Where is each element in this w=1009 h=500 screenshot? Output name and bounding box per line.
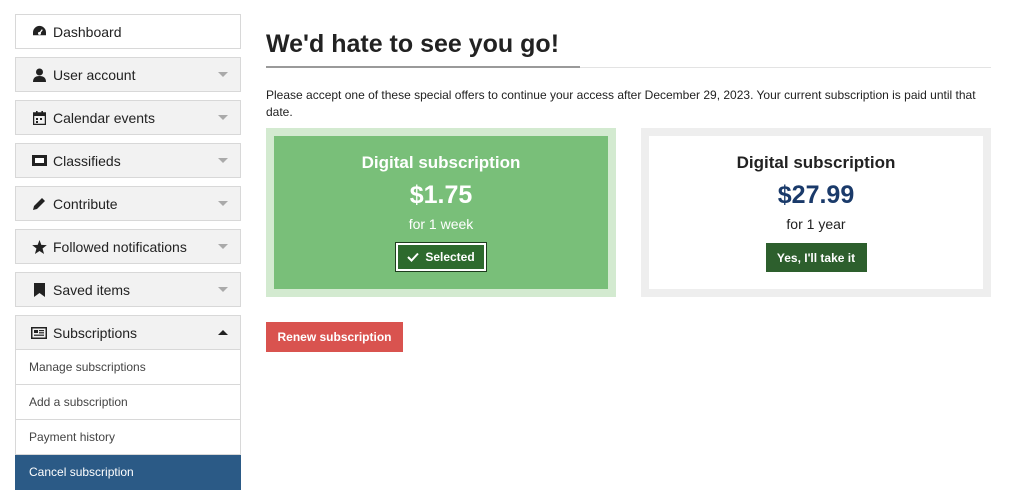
bookmark-icon — [31, 282, 47, 298]
selected-button-label: Selected — [425, 250, 475, 264]
sidebar-subitem-manage-subscriptions[interactable]: Manage subscriptions — [15, 350, 241, 385]
sidebar-item-subscriptions[interactable]: Subscriptions — [15, 315, 241, 350]
sidebar-item-label: Calendar events — [53, 109, 155, 126]
sidebar-subitem-payment-history[interactable]: Payment history — [15, 420, 241, 455]
sidebar-item-label: Contribute — [53, 195, 118, 212]
sidebar: Dashboard User account Calendar events C… — [15, 14, 241, 490]
sidebar-item-saved-items[interactable]: Saved items — [15, 272, 241, 307]
page-title: We'd hate to see you go! — [266, 30, 560, 58]
sidebar-item-label: Dashboard — [53, 23, 122, 40]
sidebar-item-classifieds[interactable]: Classifieds — [15, 143, 241, 178]
sidebar-subitem-cancel-subscription[interactable]: Cancel subscription — [15, 455, 241, 490]
calendar-icon — [31, 110, 47, 126]
offer-period: for 1 year — [786, 216, 846, 232]
chevron-down-icon — [218, 72, 228, 77]
dashboard-icon — [31, 24, 47, 40]
chevron-down-icon — [218, 244, 228, 249]
sidebar-item-label: Subscriptions — [53, 324, 138, 341]
offer-card-yearly-wrapper: Digital subscription $27.99 for 1 year Y… — [641, 128, 991, 297]
sidebar-item-dashboard[interactable]: Dashboard — [15, 14, 241, 49]
sidebar-item-label: Classifieds — [53, 152, 121, 169]
offer-price: $27.99 — [777, 181, 855, 209]
sidebar-item-followed-notifications[interactable]: Followed notifications — [15, 229, 241, 264]
pencil-icon — [31, 196, 47, 212]
star-icon — [31, 239, 47, 255]
offer-name: Digital subscription — [361, 153, 521, 172]
check-icon — [407, 252, 420, 262]
offer-card-weekly[interactable]: Digital subscription $1.75 for 1 week Se… — [274, 136, 608, 289]
offer-name: Digital subscription — [736, 153, 896, 172]
title-underline — [266, 66, 580, 68]
offer-period: for 1 week — [408, 216, 474, 232]
newspaper-icon — [31, 325, 47, 341]
offer-price: $1.75 — [409, 181, 473, 209]
chevron-up-icon — [218, 330, 228, 335]
chevron-down-icon — [218, 287, 228, 292]
sidebar-item-label: Saved items — [53, 281, 131, 298]
user-icon — [31, 67, 47, 83]
sidebar-item-contribute[interactable]: Contribute — [15, 186, 241, 221]
chevron-down-icon — [218, 201, 228, 206]
sidebar-item-label: Followed notifications — [53, 238, 187, 255]
offer-card-yearly[interactable]: Digital subscription $27.99 for 1 year Y… — [649, 136, 983, 289]
offer-intro-text: Please accept one of these special offer… — [266, 88, 976, 119]
sidebar-item-calendar-events[interactable]: Calendar events — [15, 100, 241, 135]
sidebar-subitem-add-subscription[interactable]: Add a subscription — [15, 385, 241, 420]
selected-button[interactable]: Selected — [395, 242, 487, 272]
renew-subscription-button[interactable]: Renew subscription — [266, 322, 403, 352]
offer-card-weekly-wrapper: Digital subscription $1.75 for 1 week Se… — [266, 128, 616, 297]
chevron-down-icon — [218, 115, 228, 120]
sidebar-item-user-account[interactable]: User account — [15, 57, 241, 92]
sidebar-item-label: User account — [53, 66, 136, 83]
ticket-icon — [31, 153, 47, 169]
chevron-down-icon — [218, 158, 228, 163]
take-offer-button[interactable]: Yes, I'll take it — [765, 243, 867, 272]
